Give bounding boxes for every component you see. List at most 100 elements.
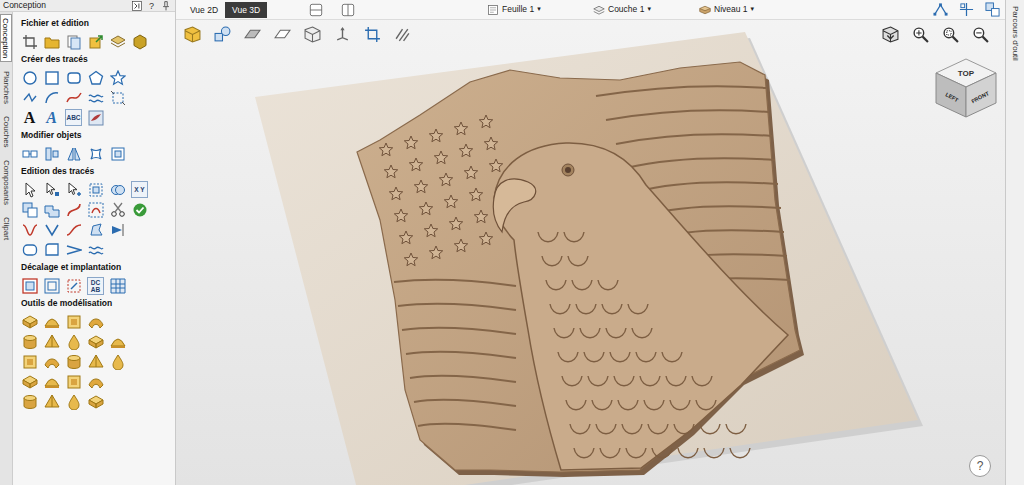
- view-tab[interactable]: Vue 2D: [183, 2, 225, 18]
- toolpaths-tab[interactable]: Parcours d'outil: [1010, 4, 1021, 63]
- lines-button[interactable]: [393, 25, 411, 43]
- tool-button[interactable]: [21, 241, 38, 258]
- tool-button[interactable]: [87, 393, 104, 410]
- tool-button[interactable]: [21, 373, 38, 390]
- tool-button[interactable]: [43, 145, 60, 162]
- tool-button[interactable]: [43, 201, 60, 218]
- axis-button[interactable]: [333, 25, 351, 43]
- model-canvas[interactable]: [176, 0, 1005, 485]
- tool-button[interactable]: [65, 333, 82, 350]
- tool-button[interactable]: [65, 241, 82, 258]
- tool-button[interactable]: [109, 181, 126, 198]
- tool-button[interactable]: [43, 241, 60, 258]
- side-tab[interactable]: Couches: [0, 113, 12, 151]
- shapes-button[interactable]: [213, 25, 231, 43]
- tool-button[interactable]: ABC: [65, 109, 82, 126]
- tool-button[interactable]: [21, 69, 38, 86]
- level-dropdown[interactable]: Niveau 1▾: [699, 3, 805, 16]
- tool-button[interactable]: [43, 181, 60, 198]
- tool-button[interactable]: [65, 181, 82, 198]
- side-tab[interactable]: Planches: [0, 68, 12, 107]
- tool-button[interactable]: [43, 393, 60, 410]
- tool-button[interactable]: [131, 33, 148, 50]
- help-button[interactable]: ?: [969, 455, 991, 477]
- side-tab[interactable]: Clipart: [0, 214, 12, 243]
- tool-button[interactable]: A: [21, 109, 38, 126]
- nodes-button[interactable]: [931, 1, 949, 19]
- tool-button[interactable]: [65, 393, 82, 410]
- cross-button[interactable]: [957, 1, 975, 19]
- tool-button[interactable]: [21, 89, 38, 106]
- tool-button[interactable]: [21, 181, 38, 198]
- help-button[interactable]: ?: [147, 1, 156, 11]
- cube-yellow-button[interactable]: [183, 25, 201, 43]
- tool-button[interactable]: [43, 373, 60, 390]
- tool-button[interactable]: [65, 89, 82, 106]
- tool-button[interactable]: [87, 201, 104, 218]
- tool-button[interactable]: [109, 333, 126, 350]
- tool-button[interactable]: [87, 313, 104, 330]
- tool-button[interactable]: [43, 313, 60, 330]
- side-tab[interactable]: Conception: [0, 14, 12, 62]
- tool-button[interactable]: [43, 277, 60, 294]
- tool-button[interactable]: [65, 221, 82, 238]
- tool-button[interactable]: [43, 89, 60, 106]
- tool-button[interactable]: [109, 221, 126, 238]
- cube-left-label[interactable]: LEFT: [944, 91, 960, 103]
- tool-button[interactable]: [21, 277, 38, 294]
- tool-button[interactable]: [109, 69, 126, 86]
- tool-button[interactable]: [21, 201, 38, 218]
- tool-button[interactable]: [65, 33, 82, 50]
- plane-white-button[interactable]: [273, 25, 291, 43]
- tool-button[interactable]: [87, 241, 104, 258]
- tool-button[interactable]: [65, 373, 82, 390]
- pin-button[interactable]: [160, 0, 171, 11]
- tool-button[interactable]: [43, 33, 60, 50]
- tool-button[interactable]: [21, 333, 38, 350]
- tool-button[interactable]: [109, 201, 126, 218]
- tool-button[interactable]: [87, 69, 104, 86]
- squares-button[interactable]: [983, 1, 1001, 19]
- tool-button[interactable]: [21, 353, 38, 370]
- tool-button[interactable]: [43, 69, 60, 86]
- tool-button[interactable]: [21, 145, 38, 162]
- tool-button[interactable]: [87, 353, 104, 370]
- crop-blue-button[interactable]: [363, 25, 381, 43]
- tool-button[interactable]: A: [43, 109, 60, 126]
- split-vertical-button[interactable]: [339, 1, 357, 19]
- tool-button[interactable]: [65, 69, 82, 86]
- zoom-out-button[interactable]: [971, 25, 989, 43]
- tool-button[interactable]: [109, 33, 126, 50]
- tool-button[interactable]: [109, 89, 126, 106]
- tool-button[interactable]: [87, 145, 104, 162]
- collapse-button[interactable]: [132, 0, 143, 11]
- tool-button[interactable]: [43, 353, 60, 370]
- cube-down-button[interactable]: [881, 25, 899, 43]
- tool-button[interactable]: [43, 221, 60, 238]
- tool-button[interactable]: [21, 33, 38, 50]
- tool-button[interactable]: [21, 393, 38, 410]
- tool-button[interactable]: [87, 109, 104, 126]
- tool-button[interactable]: [109, 145, 126, 162]
- tool-button[interactable]: [109, 277, 126, 294]
- tool-button[interactable]: [65, 145, 82, 162]
- view-tab[interactable]: Vue 3D: [225, 2, 267, 18]
- side-tab[interactable]: Composants: [0, 157, 12, 208]
- tool-button[interactable]: [65, 353, 82, 370]
- tool-button[interactable]: [65, 201, 82, 218]
- tool-button[interactable]: DC AB: [87, 277, 104, 294]
- view-cube[interactable]: TOPLEFTFRONT: [932, 55, 1000, 121]
- tool-button[interactable]: [109, 353, 126, 370]
- layer-dropdown[interactable]: Couche 1▾: [593, 3, 699, 16]
- tool-button[interactable]: [87, 181, 104, 198]
- cube-front-label[interactable]: FRONT: [970, 90, 990, 104]
- sheet-dropdown[interactable]: Feuille 1▾: [487, 3, 593, 16]
- zoom-in-button[interactable]: [911, 25, 929, 43]
- cube-icon[interactable]: TOPLEFTFRONT: [932, 55, 1000, 121]
- split-horizontal-button[interactable]: [307, 1, 325, 19]
- tool-button[interactable]: [21, 221, 38, 238]
- tool-button[interactable]: [87, 89, 104, 106]
- zoom-box-button[interactable]: [941, 25, 959, 43]
- plane-button[interactable]: [243, 25, 261, 43]
- tool-button[interactable]: [87, 333, 104, 350]
